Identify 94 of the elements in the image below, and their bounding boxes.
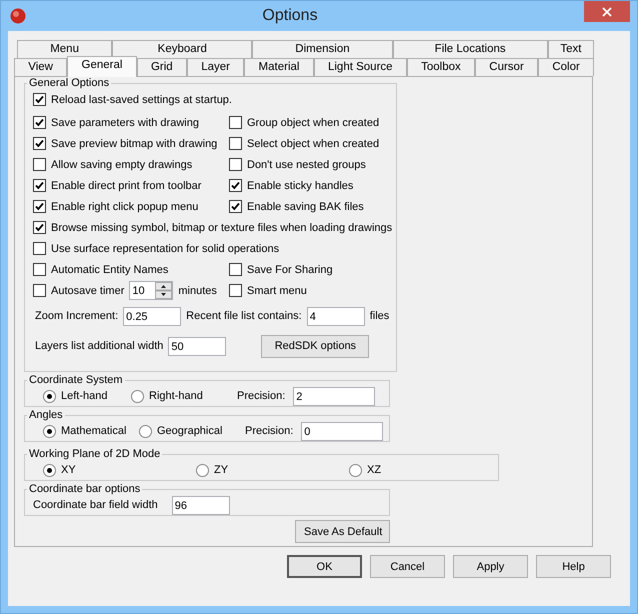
- field-label: Recent file list contains:: [186, 310, 302, 322]
- save-as-default-button[interactable]: Save As Default: [295, 520, 390, 543]
- tab[interactable]: Color: [538, 58, 594, 76]
- radio-label[interactable]: Mathematical: [61, 425, 126, 437]
- tab[interactable]: Menu: [17, 40, 112, 58]
- checkbox[interactable]: [229, 137, 242, 150]
- tab[interactable]: Material: [244, 58, 314, 76]
- checkbox[interactable]: [33, 263, 46, 276]
- radio-button[interactable]: [43, 424, 56, 438]
- checkbox[interactable]: [229, 200, 242, 213]
- app-icon: [10, 8, 26, 24]
- field-label: Precision:: [237, 390, 286, 402]
- checkbox-label[interactable]: Smart menu: [247, 284, 307, 296]
- tab[interactable]: File Locations: [392, 40, 548, 58]
- group-title: Working Plane of 2D Mode: [28, 448, 162, 460]
- radio-button[interactable]: [349, 464, 362, 476]
- radio-button[interactable]: [131, 390, 144, 402]
- radio-button[interactable]: [139, 424, 152, 438]
- checkbox[interactable]: [33, 242, 46, 255]
- radio-label[interactable]: Left-hand: [61, 390, 108, 402]
- input-field[interactable]: 50: [168, 336, 226, 356]
- checkbox-label[interactable]: Autosave timer: [51, 284, 124, 296]
- input-field[interactable]: 0.25: [123, 306, 182, 326]
- checkbox-label[interactable]: Reload last-saved settings at startup.: [51, 94, 232, 106]
- radio-button[interactable]: [43, 390, 56, 402]
- spinner-value: 10: [131, 284, 146, 296]
- tab[interactable]: Grid: [136, 58, 187, 76]
- checkbox-label[interactable]: Save parameters with drawing: [51, 116, 199, 128]
- close-button[interactable]: [584, 1, 630, 22]
- tab[interactable]: Layer: [186, 58, 244, 76]
- checkbox[interactable]: [33, 158, 46, 171]
- field-label: Layers list additional width: [35, 340, 164, 352]
- dialog-button[interactable]: Apply: [453, 555, 528, 578]
- checkbox[interactable]: [33, 116, 46, 129]
- checkbox-label[interactable]: Save For Sharing: [247, 264, 333, 276]
- radio-label[interactable]: XZ: [367, 464, 382, 476]
- checkbox-label[interactable]: Browse missing symbol, bitmap or texture files when loading drawings: [51, 222, 392, 234]
- checkbox[interactable]: [33, 93, 46, 106]
- input-field[interactable]: 4: [306, 306, 365, 326]
- window-title: Options: [261, 7, 319, 25]
- checkbox-label[interactable]: Group object when created: [247, 116, 380, 128]
- checkbox[interactable]: [33, 179, 46, 192]
- checkbox[interactable]: [229, 179, 242, 192]
- field-label: Coordinate bar field width: [33, 499, 158, 511]
- checkbox-label[interactable]: Don't use nested groups: [247, 158, 366, 170]
- group-title: Angles: [28, 409, 64, 421]
- radio-label[interactable]: Right-hand: [149, 390, 203, 402]
- radio-label[interactable]: ZY: [214, 464, 228, 476]
- checkbox[interactable]: [33, 200, 46, 213]
- spin-arrows-icon: [155, 282, 172, 299]
- tab[interactable]: Toolbox: [406, 58, 475, 76]
- tab[interactable]: Light Source: [314, 58, 407, 76]
- tab[interactable]: View: [14, 58, 68, 76]
- checkbox-label[interactable]: Save preview bitmap with drawing: [51, 138, 218, 150]
- radio-button[interactable]: [196, 464, 209, 476]
- radio-label[interactable]: XY: [61, 464, 76, 476]
- checkbox[interactable]: [229, 158, 242, 171]
- checkbox[interactable]: [229, 116, 242, 129]
- field-label: Zoom Increment:: [35, 310, 118, 322]
- dialog-button[interactable]: OK: [287, 555, 362, 578]
- checkbox-label[interactable]: Enable sticky handles: [247, 180, 354, 192]
- checkbox[interactable]: [33, 284, 46, 297]
- tab[interactable]: Keyboard: [112, 40, 252, 58]
- checkbox[interactable]: [229, 284, 242, 297]
- checkbox-label[interactable]: Select object when created: [247, 138, 380, 150]
- field-label: files: [370, 310, 390, 322]
- dialog-button[interactable]: Help: [536, 555, 611, 578]
- close-icon: [602, 6, 612, 16]
- checkbox[interactable]: [229, 263, 242, 276]
- group-title: General Options: [28, 77, 110, 89]
- checkbox-label[interactable]: Enable saving BAK files: [247, 200, 364, 212]
- tab[interactable]: Dimension: [252, 40, 393, 58]
- spinner-field[interactable]: 10: [129, 281, 174, 300]
- input-field[interactable]: 96: [172, 496, 230, 514]
- group-title: Coordinate bar options: [28, 483, 142, 495]
- radio-label[interactable]: Geographical: [157, 425, 222, 437]
- checkbox-label[interactable]: Enable right click popup menu: [51, 200, 198, 212]
- input-field[interactable]: 0: [301, 422, 384, 440]
- input-field[interactable]: 2: [293, 386, 376, 406]
- checkbox-label[interactable]: Automatic Entity Names: [51, 264, 168, 276]
- checkbox-label[interactable]: Enable direct print from toolbar: [51, 180, 202, 192]
- checkbox-label[interactable]: Use surface representation for solid operations: [51, 242, 280, 254]
- checkbox-label[interactable]: Allow saving empty drawings: [51, 158, 192, 170]
- checkbox[interactable]: [33, 221, 46, 234]
- options-button[interactable]: RedSDK options: [261, 334, 370, 358]
- checkbox[interactable]: [33, 137, 46, 150]
- dialog-button[interactable]: Cancel: [370, 555, 445, 578]
- group-title: Coordinate System: [28, 374, 124, 386]
- tab[interactable]: General: [67, 56, 137, 77]
- tab[interactable]: Text: [548, 40, 594, 58]
- tab[interactable]: Cursor: [475, 58, 538, 76]
- field-label: minutes: [178, 284, 217, 296]
- radio-button[interactable]: [43, 464, 56, 476]
- field-label: Precision:: [245, 425, 294, 437]
